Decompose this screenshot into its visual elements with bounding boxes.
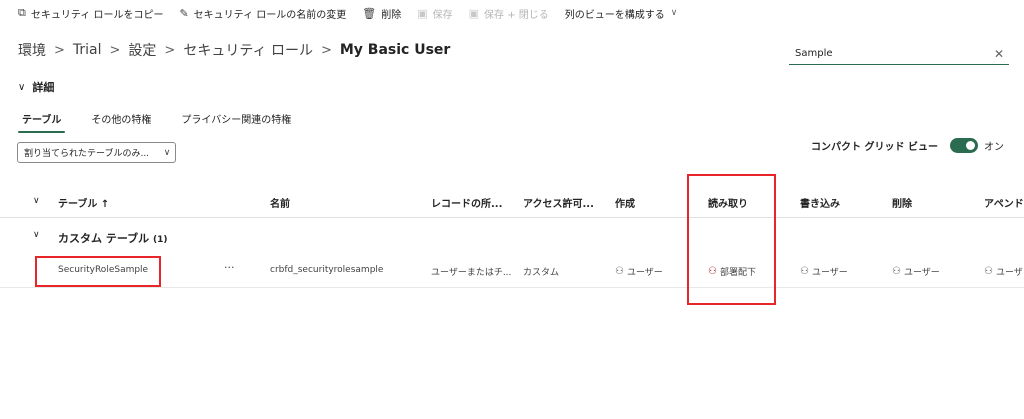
cell-name: crbfd_securityrolesample xyxy=(270,265,384,275)
trash-icon: 🗑 xyxy=(362,6,377,20)
copy-role-button[interactable]: ⧉ セキュリティ ロールをコピー xyxy=(18,6,163,21)
delete-button[interactable]: 🗑 削除 xyxy=(362,6,401,21)
copy-icon: ⧉ xyxy=(18,6,26,19)
breadcrumb-separator-icon: > xyxy=(164,42,176,58)
group-label: カスタム テーブル (1) xyxy=(58,232,168,245)
grid-header: ∨ テーブル ↑ 名前 レコードの所... アクセス許可... 作成 読み取り … xyxy=(0,186,1024,218)
configure-view-button[interactable]: 列のビューを構成する ∨ xyxy=(565,6,678,21)
search-input[interactable]: Sample xyxy=(795,48,989,59)
rename-role-label: セキュリティ ロールの名前の変更 xyxy=(193,9,347,21)
cell-write[interactable]: ⚇ ユーザー xyxy=(800,265,848,278)
chevron-down-icon: ∨ xyxy=(670,8,678,18)
column-header-append[interactable]: アペンド xyxy=(984,195,1024,210)
chevron-down-icon: ∨ xyxy=(163,147,171,158)
chevron-down-icon: ∨ xyxy=(18,81,26,93)
cell-append[interactable]: ⚇ ユーザ xyxy=(984,265,1023,278)
cell-create[interactable]: ⚇ ユーザー xyxy=(615,265,663,278)
column-header-name[interactable]: 名前 xyxy=(270,195,290,210)
table-filter-value: 割り当てられたテーブルのみ... xyxy=(24,149,150,159)
cell-access[interactable]: カスタム xyxy=(523,265,559,278)
tab-other-privileges[interactable]: その他の特権 xyxy=(87,108,155,133)
details-label: 詳細 xyxy=(32,81,55,94)
save-label: 保存 xyxy=(432,9,453,21)
save-close-icon: ▣ xyxy=(468,6,480,20)
column-header-record-owner[interactable]: レコードの所... xyxy=(431,195,502,210)
breadcrumb-security-roles[interactable]: セキュリティ ロール xyxy=(183,40,313,60)
search-box[interactable]: Sample ✕ xyxy=(789,43,1009,65)
command-bar: ⧉ セキュリティ ロールをコピー ✎ セキュリティ ロールの名前の変更 🗑 削除… xyxy=(0,0,1024,26)
more-options-icon[interactable]: ··· xyxy=(224,261,235,274)
compact-grid-label: コンパクト グリッド ビュー xyxy=(811,142,938,153)
column-header-access[interactable]: アクセス許可... xyxy=(523,195,594,210)
compact-grid-state: オン xyxy=(984,142,1004,153)
breadcrumb-separator-icon: > xyxy=(320,42,332,58)
tab-privacy-privileges[interactable]: プライバシー関連の特権 xyxy=(177,108,295,133)
breadcrumb-separator-icon: > xyxy=(109,42,121,58)
details-section-toggle[interactable]: ∨ 詳細 xyxy=(18,79,54,95)
tab-tables[interactable]: テーブル xyxy=(18,108,66,133)
compact-grid-toggle[interactable] xyxy=(950,138,978,153)
breadcrumb: 環境 > Trial > 設定 > セキュリティ ロール > My Basic … xyxy=(18,40,450,60)
rename-role-button[interactable]: ✎ セキュリティ ロールの名前の変更 xyxy=(179,6,346,21)
chevron-down-icon[interactable]: ∨ xyxy=(33,196,40,206)
close-icon[interactable]: ✕ xyxy=(989,47,1009,61)
breadcrumb-environment[interactable]: 環境 xyxy=(18,40,46,60)
cell-delete[interactable]: ⚇ ユーザー xyxy=(892,265,940,278)
chevron-down-icon[interactable]: ∨ xyxy=(33,230,40,240)
person-icon: ⚇ xyxy=(892,266,901,277)
highlight-table-cell xyxy=(35,256,161,287)
breadcrumb-settings[interactable]: 設定 xyxy=(128,40,156,60)
breadcrumb-current-role: My Basic User xyxy=(339,42,451,58)
person-icon: ⚇ xyxy=(800,266,809,277)
column-header-table[interactable]: テーブル ↑ xyxy=(58,195,109,210)
save-button[interactable]: ▣ 保存 xyxy=(417,6,452,21)
breadcrumb-trial[interactable]: Trial xyxy=(73,42,102,58)
person-icon: ⚇ xyxy=(984,266,993,277)
table-filter-dropdown[interactable]: 割り当てられたテーブルのみ... ∨ xyxy=(17,142,176,163)
configure-view-label: 列のビューを構成する xyxy=(564,9,665,21)
pencil-icon: ✎ xyxy=(179,6,189,20)
tab-list: テーブル その他の特権 プライバシー関連の特権 xyxy=(18,108,317,133)
breadcrumb-separator-icon: > xyxy=(54,42,65,58)
save-icon: ▣ xyxy=(417,6,428,20)
highlight-read-column xyxy=(687,174,776,305)
cell-record-owner[interactable]: ユーザーまたはチ... xyxy=(431,265,511,278)
column-header-write[interactable]: 書き込み xyxy=(800,195,840,210)
delete-label: 削除 xyxy=(381,9,402,21)
column-header-delete[interactable]: 削除 xyxy=(892,195,912,210)
save-close-button[interactable]: ▣ 保存 + 閉じる xyxy=(469,6,549,21)
copy-role-label: セキュリティ ロールをコピー xyxy=(30,9,164,21)
column-header-create[interactable]: 作成 xyxy=(615,195,635,210)
group-row-custom-tables[interactable]: ∨ カスタム テーブル (1) xyxy=(0,222,1024,252)
compact-grid-control: コンパクト グリッド ビュー オン xyxy=(811,138,1004,153)
save-close-label: 保存 + 閉じる xyxy=(484,9,549,21)
person-icon: ⚇ xyxy=(615,266,624,277)
